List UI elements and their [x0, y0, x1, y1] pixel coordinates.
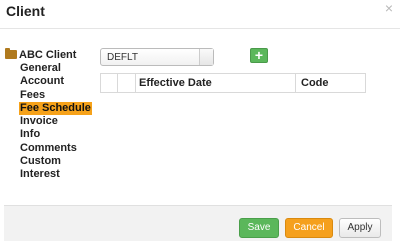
client-tree: ABC Client General Account Fees Fee Sche…	[5, 48, 92, 182]
dialog-title: Client	[6, 3, 45, 19]
grid-header-expand[interactable]	[118, 74, 136, 92]
fee-schedule-grid: Effective Date Code	[100, 73, 366, 93]
tree-item-general[interactable]: General	[19, 62, 62, 75]
add-button[interactable]: +	[250, 48, 268, 63]
apply-button[interactable]: Apply	[339, 218, 381, 238]
title-divider	[0, 28, 400, 29]
grid-header-select[interactable]	[101, 74, 118, 92]
tree-item-fee-schedule[interactable]: Fee Schedule	[19, 101, 92, 116]
tree-item-invoice[interactable]: Invoice	[19, 115, 59, 128]
tree-root-abc-client[interactable]: ABC Client	[5, 48, 92, 62]
fee-schedule-select[interactable]: DEFLT	[100, 48, 214, 66]
tree-item-fees[interactable]: Fees	[19, 89, 46, 102]
client-dialog: Client × ABC Client General Account Fees…	[0, 0, 400, 241]
cancel-button[interactable]: Cancel	[285, 218, 333, 238]
close-icon[interactable]: ×	[385, 1, 393, 15]
tree-item-comments[interactable]: Comments	[19, 142, 78, 155]
tree-item-custom[interactable]: Custom	[19, 155, 62, 168]
folder-icon	[5, 48, 17, 59]
dropdown-button[interactable]	[199, 49, 213, 65]
title-bar: Client ×	[0, 0, 400, 28]
tree-items: General Account Fees Fee Schedule Invoic…	[5, 62, 92, 182]
tree-item-interest[interactable]: Interest	[19, 168, 61, 181]
tree-item-account[interactable]: Account	[19, 75, 65, 88]
fee-schedule-select-value: DEFLT	[107, 52, 138, 63]
tree-root-label: ABC Client	[19, 49, 77, 61]
grid-header-effective-date[interactable]: Effective Date	[136, 74, 296, 92]
save-button[interactable]: Save	[239, 218, 279, 238]
tree-item-info[interactable]: Info	[19, 128, 41, 141]
dialog-footer	[4, 205, 392, 241]
grid-header-code[interactable]: Code	[297, 74, 365, 92]
